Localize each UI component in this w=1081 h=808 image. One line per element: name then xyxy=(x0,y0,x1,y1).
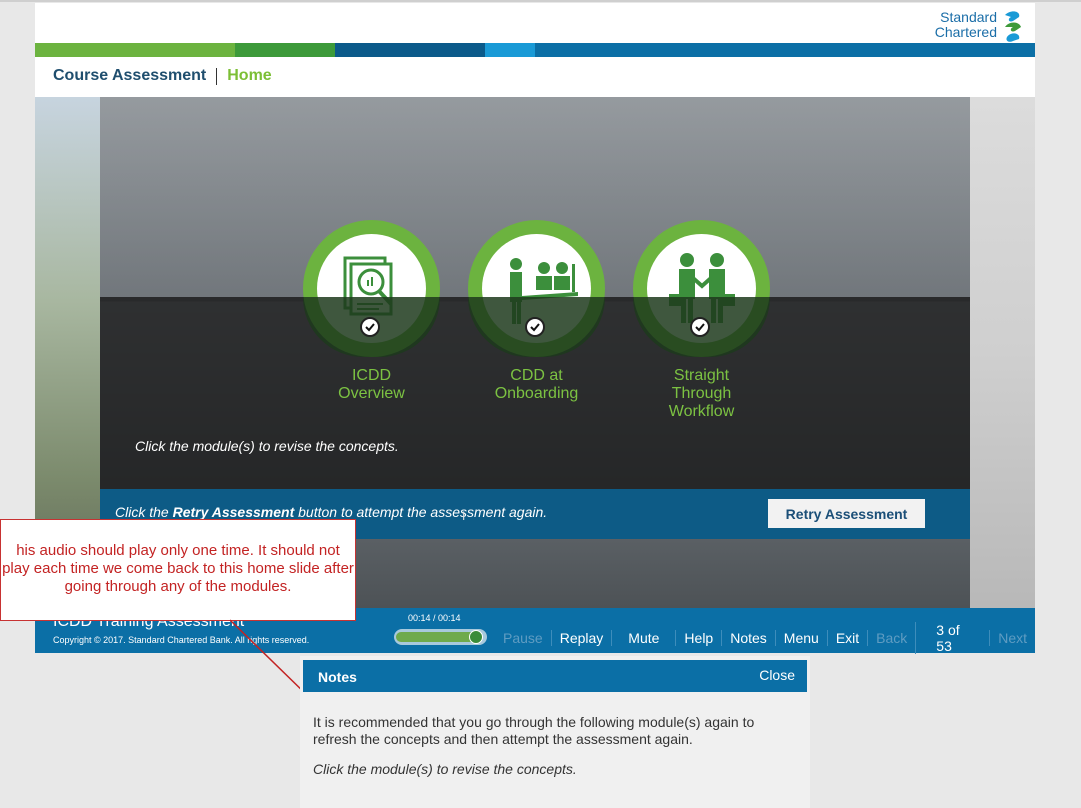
control-help[interactable]: Help xyxy=(675,630,721,646)
audio-progress-slider[interactable] xyxy=(394,629,487,645)
control-back[interactable]: Back xyxy=(867,630,915,646)
standard-chartered-logo-icon xyxy=(1005,11,1021,42)
brand-color-bar xyxy=(35,43,1035,57)
text-cursor-icon: I xyxy=(462,509,466,523)
brand-line1: Standard xyxy=(940,9,997,25)
background-wall xyxy=(970,97,1035,608)
control-exit[interactable]: Exit xyxy=(826,630,867,646)
notes-body: It is recommended that you go through th… xyxy=(313,714,783,778)
review-comment-callout: his audio should play only one time. It … xyxy=(0,519,356,621)
control-menu[interactable]: Menu xyxy=(774,630,827,646)
notes-close-button[interactable]: Close xyxy=(759,667,795,683)
completed-check-icon xyxy=(360,317,380,337)
module-ring xyxy=(303,220,440,357)
control-3-of-53: 3 of 53 xyxy=(915,622,989,654)
module-label: ICDD Overview xyxy=(338,367,405,402)
brand-logo: Standard Chartered xyxy=(935,7,1025,43)
completed-check-icon xyxy=(690,317,710,337)
module-ring xyxy=(468,220,605,357)
control-replay[interactable]: Replay xyxy=(550,630,612,646)
copyright: Copyright © 2017. Standard Chartered Ban… xyxy=(53,635,310,645)
completed-check-icon xyxy=(525,317,545,337)
progress-handle[interactable] xyxy=(469,630,483,644)
module-label: Straight Through Workflow xyxy=(668,367,735,420)
module-straight-through-workflow[interactable]: Straight Through Workflow xyxy=(633,220,770,421)
notes-hint: Click the module(s) to revise the concep… xyxy=(313,761,577,777)
notes-title: Notes xyxy=(318,669,357,685)
notes-panel: Notes Close It is recommended that you g… xyxy=(300,656,810,808)
control-mute[interactable]: Mute xyxy=(611,630,675,646)
retry-instruction: Click the Retry Assessment button to att… xyxy=(115,504,548,520)
breadcrumb-divider xyxy=(216,67,218,85)
control-notes[interactable]: Notes xyxy=(721,630,775,646)
module-label: CDD at Onboarding xyxy=(494,367,579,402)
breadcrumb-course[interactable]: Course Assessment xyxy=(53,67,206,85)
top-border xyxy=(0,0,1081,2)
control-next[interactable]: Next xyxy=(989,630,1035,646)
progress-fill xyxy=(396,632,475,642)
breadcrumb-home[interactable]: Home xyxy=(227,67,271,85)
notes-text: It is recommended that you go through th… xyxy=(313,714,755,747)
player-controls: Pause Replay Mute Help Notes Menu Exit Back 3 of… xyxy=(495,622,1035,654)
control-pause[interactable]: Pause xyxy=(495,630,551,646)
brand-name: Standard Chartered xyxy=(935,10,997,40)
module-hint: Click the module(s) to revise the concep… xyxy=(135,438,399,454)
brand-line2: Chartered xyxy=(934,24,997,40)
module-ring xyxy=(633,220,770,357)
time-display: 00:14 / 00:14 xyxy=(408,613,461,623)
module-cdd-onboarding[interactable]: CDD at Onboarding xyxy=(468,220,605,403)
module-icdd-overview[interactable]: ICDD Overview xyxy=(303,220,440,403)
breadcrumb: Course Assessment Home xyxy=(53,67,272,85)
retry-assessment-button[interactable]: Retry Assessment xyxy=(768,499,925,528)
notes-header: Notes Close xyxy=(303,660,807,692)
